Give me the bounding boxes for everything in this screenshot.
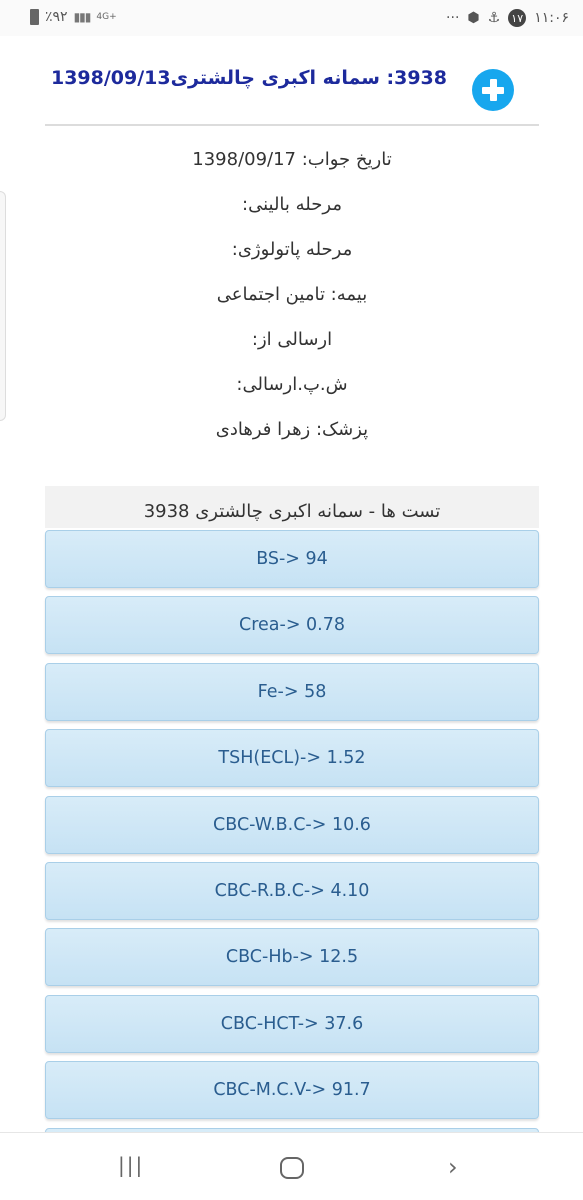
- network-type: 4G+: [96, 12, 117, 22]
- battery-icon: [30, 9, 39, 25]
- test-item[interactable]: Crea-> 0.78: [45, 596, 539, 655]
- status-left: ٪۹۲ ▮▮▮ 4G+: [30, 9, 117, 25]
- add-button[interactable]: [472, 69, 514, 111]
- test-item[interactable]: CBC-Hb-> 12.5: [45, 928, 539, 987]
- page-title: 3938: سمانه اکبری چالشتری1398/09/13: [50, 67, 447, 89]
- test-item[interactable]: CBC-R.B.C-> 4.10: [45, 861, 539, 920]
- cube-icon: ⬢: [467, 10, 480, 26]
- status-time: ۱۱:۰۶: [534, 10, 569, 26]
- test-item[interactable]: TSH(ECL)-> 1.52: [45, 729, 539, 788]
- home-button[interactable]: [280, 1157, 304, 1179]
- side-drawer-handle[interactable]: [0, 191, 6, 421]
- test-item[interactable]: Fe-> 58: [45, 662, 539, 721]
- back-button[interactable]: ›: [448, 1153, 458, 1181]
- status-bar: ··· ⬢ ⚓ ۱۷ ۱۱:۰۶ ٪۹۲ ▮▮▮ 4G+: [0, 0, 583, 36]
- battery-level: ٪۹۲: [45, 9, 68, 25]
- tests-heading: تست ها - سمانه اکبری چالشتری 3938: [45, 486, 539, 528]
- doctor: پزشک: زهرا فرهادی: [215, 419, 369, 440]
- patient-info: تاریخ جواب: 1398/09/17 مرحله بالینی: مرح…: [45, 126, 539, 461]
- test-item[interactable]: CBC-HCT-> 37.6: [45, 994, 539, 1053]
- status-right: ··· ⬢ ⚓ ۱۷ ۱۱:۰۶: [446, 9, 569, 27]
- navigation-bar: ||| ›: [0, 1132, 583, 1200]
- page-content[interactable]: 3938: سمانه اکبری چالشتری1398/09/13 تاری…: [0, 36, 583, 1132]
- test-item[interactable]: BS-> 94: [45, 530, 539, 588]
- answer-date: تاریخ جواب: 1398/09/17: [192, 149, 392, 170]
- anchor-icon: ⚓: [487, 10, 501, 26]
- pathology-stage: مرحله پاتولوژی:: [231, 239, 353, 260]
- tests-list: BS-> 94 Crea-> 0.78 Fe-> 58 TSH(ECL)-> 1…: [45, 530, 539, 1132]
- test-item[interactable]: CBC-M.C.V-> 91.7: [45, 1061, 539, 1120]
- sent-from: ارسالی از:: [251, 329, 333, 350]
- insurance: بیمه: تامین اجتماعی: [216, 284, 368, 305]
- notification-badge: ۱۷: [508, 9, 527, 27]
- more-icon: ···: [446, 10, 460, 26]
- test-item[interactable]: CBC-W.B.C-> 10.6: [45, 795, 539, 854]
- report-header: 3938: سمانه اکبری چالشتری1398/09/13: [45, 40, 539, 126]
- clinical-stage: مرحله بالینی:: [242, 194, 342, 215]
- sent-number: ش.پ.ارسالی:: [236, 374, 348, 395]
- signal-icon: ▮▮▮: [73, 10, 92, 24]
- report-card: 3938: سمانه اکبری چالشتری1398/09/13 تاری…: [45, 40, 539, 461]
- recent-apps-button[interactable]: |||: [118, 1153, 144, 1177]
